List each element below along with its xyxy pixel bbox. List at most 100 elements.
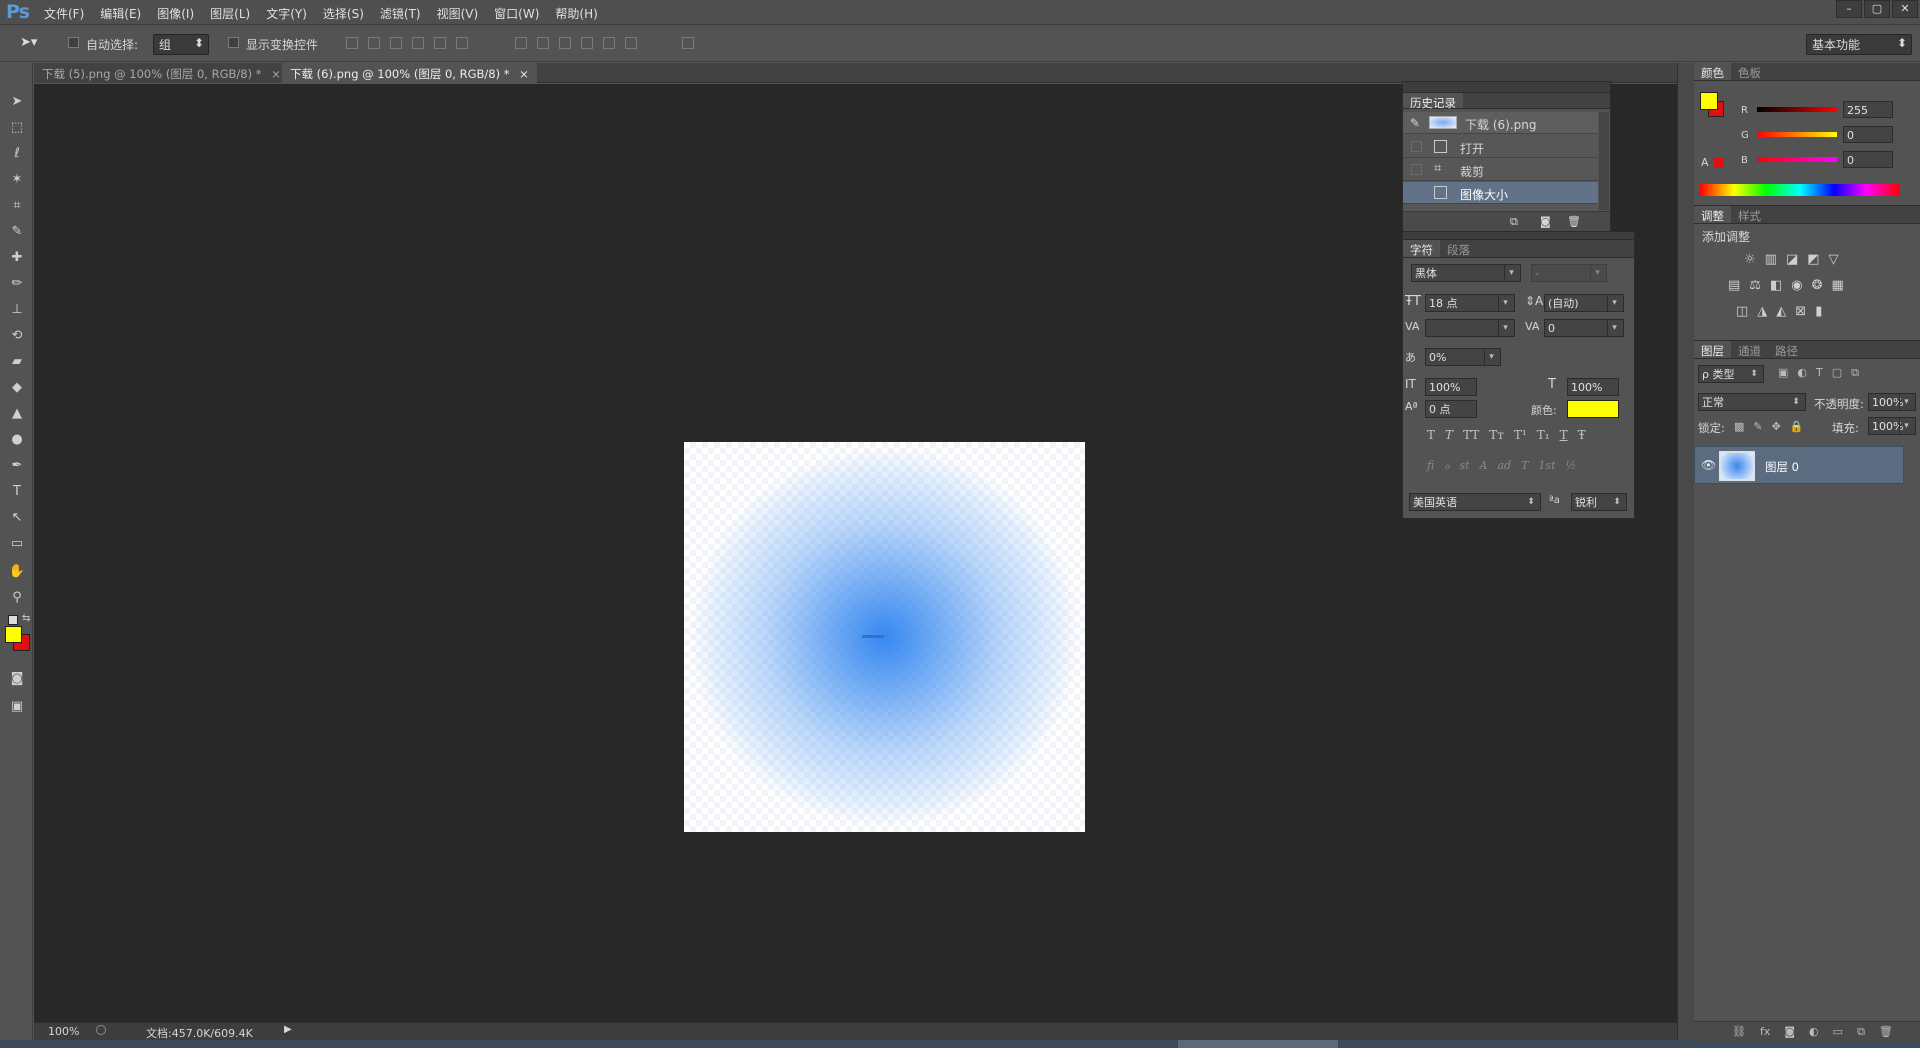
history-brush-tool-icon[interactable]: ⟲ [8, 327, 26, 345]
layer-style-icon[interactable]: fx [1760, 1025, 1770, 1041]
distribute-buttons[interactable] [515, 37, 647, 49]
history-item[interactable]: 打开 [1403, 136, 1598, 158]
type-tool-icon[interactable]: T [8, 483, 26, 501]
strikethrough-button[interactable]: Ŧ [1578, 428, 1586, 442]
r-slider[interactable] [1757, 107, 1837, 112]
minimize-button[interactable]: – [1836, 0, 1862, 18]
history-snapshot[interactable]: ✎ 下载 (6).png [1403, 112, 1598, 134]
lock-image-icon[interactable]: ✎ [1753, 420, 1762, 433]
document-image[interactable] [684, 442, 1085, 832]
underline-button[interactable]: T [1560, 428, 1568, 442]
tracking-field[interactable]: 0 ▾ [1544, 319, 1624, 337]
auto-select-dropdown[interactable]: 组 ⬍ [153, 34, 209, 55]
curves-icon[interactable]: ◪ [1786, 252, 1798, 267]
tab-color[interactable]: 颜色 [1694, 63, 1731, 80]
ordinals-button[interactable]: 1st [1538, 459, 1555, 472]
status-menu-arrow-icon[interactable]: ▶ [284, 1024, 292, 1035]
blur-tool-icon[interactable]: ▲ [8, 405, 26, 423]
adjustment-filter-icon[interactable]: ◐ [1797, 366, 1807, 380]
restore-button[interactable]: ▢ [1864, 0, 1890, 18]
delete-layer-icon[interactable]: 🗑 [1879, 1025, 1893, 1041]
add-mask-icon[interactable]: ◙ [1784, 1025, 1795, 1041]
new-layer-icon[interactable]: ⧉ [1857, 1025, 1865, 1041]
menu-image[interactable]: 图像(I) [157, 5, 194, 22]
font-family-dropdown[interactable]: 黑体 ▾ [1411, 264, 1521, 282]
vibrance-icon[interactable]: ▽ [1829, 252, 1839, 267]
g-value-field[interactable]: 0 [1843, 126, 1893, 143]
font-style-dropdown[interactable]: - ▾ [1531, 264, 1607, 282]
new-group-icon[interactable]: ▭ [1833, 1025, 1843, 1041]
tab-styles[interactable]: 样式 [1731, 206, 1768, 223]
history-brush-source-icon[interactable]: ✎ [1410, 116, 1420, 130]
stylistic-alternates-button[interactable]: ad [1497, 459, 1511, 472]
default-colors-icon[interactable] [8, 615, 18, 625]
photo-filter-icon[interactable]: ◉ [1791, 278, 1802, 293]
g-slider[interactable] [1757, 132, 1837, 137]
faux-italic-button[interactable]: T [1445, 428, 1453, 442]
baseline-shift-field[interactable]: 0 点 [1425, 400, 1477, 418]
brush-tool-icon[interactable]: ✏ [8, 275, 26, 293]
tab-channels[interactable]: 通道 [1731, 341, 1768, 358]
menu-file[interactable]: 文件(F) [44, 5, 84, 22]
menu-type[interactable]: 文字(Y) [266, 5, 307, 22]
tab-swatches[interactable]: 色板 [1731, 63, 1768, 80]
zoom-tool-icon[interactable]: ⚲ [8, 589, 26, 607]
history-item[interactable]: ⌗ 裁剪 [1403, 159, 1598, 181]
menu-help[interactable]: 帮助(H) [555, 5, 597, 22]
menu-filter[interactable]: 滤镜(T) [380, 5, 421, 22]
history-scrollbar[interactable] [1599, 112, 1609, 210]
visibility-eye-icon[interactable]: 👁 [1701, 458, 1716, 472]
menu-view[interactable]: 视图(V) [437, 5, 479, 22]
quick-mask-icon[interactable]: ◙ [8, 670, 26, 688]
subscript-button[interactable]: T₁ [1537, 428, 1550, 442]
link-layers-icon[interactable]: ⛓ [1732, 1025, 1746, 1041]
menu-select[interactable]: 选择(S) [323, 5, 364, 22]
blend-mode-dropdown[interactable]: 正常 ⬍ [1698, 393, 1806, 411]
font-size-field[interactable]: 18 点 ▾ [1425, 294, 1515, 312]
pixel-filter-icon[interactable]: ▣ [1778, 366, 1788, 380]
tsume-field[interactable]: 0% ▾ [1425, 348, 1501, 366]
kerning-field[interactable]: ▾ [1425, 319, 1515, 337]
tab-adjustments[interactable]: 调整 [1694, 206, 1731, 223]
color-spectrum-bar[interactable] [1700, 184, 1900, 196]
hue-saturation-icon[interactable]: ▤ [1728, 278, 1740, 293]
new-document-from-state-icon[interactable]: ⧉ [1510, 215, 1518, 229]
foreground-color-swatch[interactable] [5, 626, 22, 643]
selective-color-icon[interactable]: ⊠ [1795, 304, 1806, 319]
tab-close-icon[interactable]: × [519, 67, 529, 81]
panel-title-bar[interactable] [1403, 82, 1610, 93]
tab-layers[interactable]: 图层 [1694, 341, 1731, 358]
tab-character[interactable]: 字符 [1403, 240, 1440, 257]
small-caps-button[interactable]: Tт [1489, 428, 1504, 442]
tab-paths[interactable]: 路径 [1768, 341, 1805, 358]
move-tool-preset-icon[interactable]: ➤▾ [20, 35, 37, 50]
gradient-map-icon[interactable]: ▮ [1815, 304, 1822, 319]
language-dropdown[interactable]: 美国英语 ⬍ [1409, 493, 1541, 511]
rectangle-tool-icon[interactable]: ▭ [8, 535, 26, 553]
lock-position-icon[interactable]: ✥ [1772, 420, 1781, 433]
document-tab[interactable]: 下载 (5).png @ 100% (图层 0, RGB/8) * × [34, 63, 289, 83]
r-value-field[interactable]: 255 [1843, 101, 1893, 118]
auto-align-button[interactable] [682, 37, 704, 49]
menu-layer[interactable]: 图层(L) [210, 5, 250, 22]
magic-wand-tool-icon[interactable]: ✶ [8, 171, 26, 189]
color-lookup-icon[interactable]: ▦ [1832, 278, 1844, 293]
path-selection-tool-icon[interactable]: ↖ [8, 509, 26, 527]
hand-tool-icon[interactable]: ✋ [8, 563, 26, 581]
posterize-icon[interactable]: ◮ [1757, 304, 1767, 319]
auto-select-checkbox[interactable] [68, 36, 79, 50]
workspace-dropdown[interactable]: 基本功能 ⬍ [1806, 34, 1912, 55]
horizontal-scrollbar[interactable] [1178, 1040, 1338, 1048]
foreground-color-chip[interactable] [1700, 92, 1718, 110]
shape-filter-icon[interactable]: ▢ [1832, 366, 1842, 380]
discretionary-ligatures-button[interactable]: st [1459, 459, 1469, 472]
lock-all-icon[interactable]: 🔒 [1790, 420, 1804, 433]
vertical-scale-field[interactable]: 100% [1425, 378, 1477, 396]
screen-mode-icon[interactable]: ▣ [8, 698, 26, 716]
black-white-icon[interactable]: ◧ [1770, 278, 1782, 293]
paint-bucket-tool-icon[interactable]: ◆ [8, 379, 26, 397]
pen-tool-icon[interactable]: ✒ [8, 457, 26, 475]
swap-colors-icon[interactable]: ⇆ [22, 613, 30, 624]
smart-object-filter-icon[interactable]: ⧉ [1851, 366, 1859, 380]
move-tool-icon[interactable]: ➤ [8, 93, 26, 111]
